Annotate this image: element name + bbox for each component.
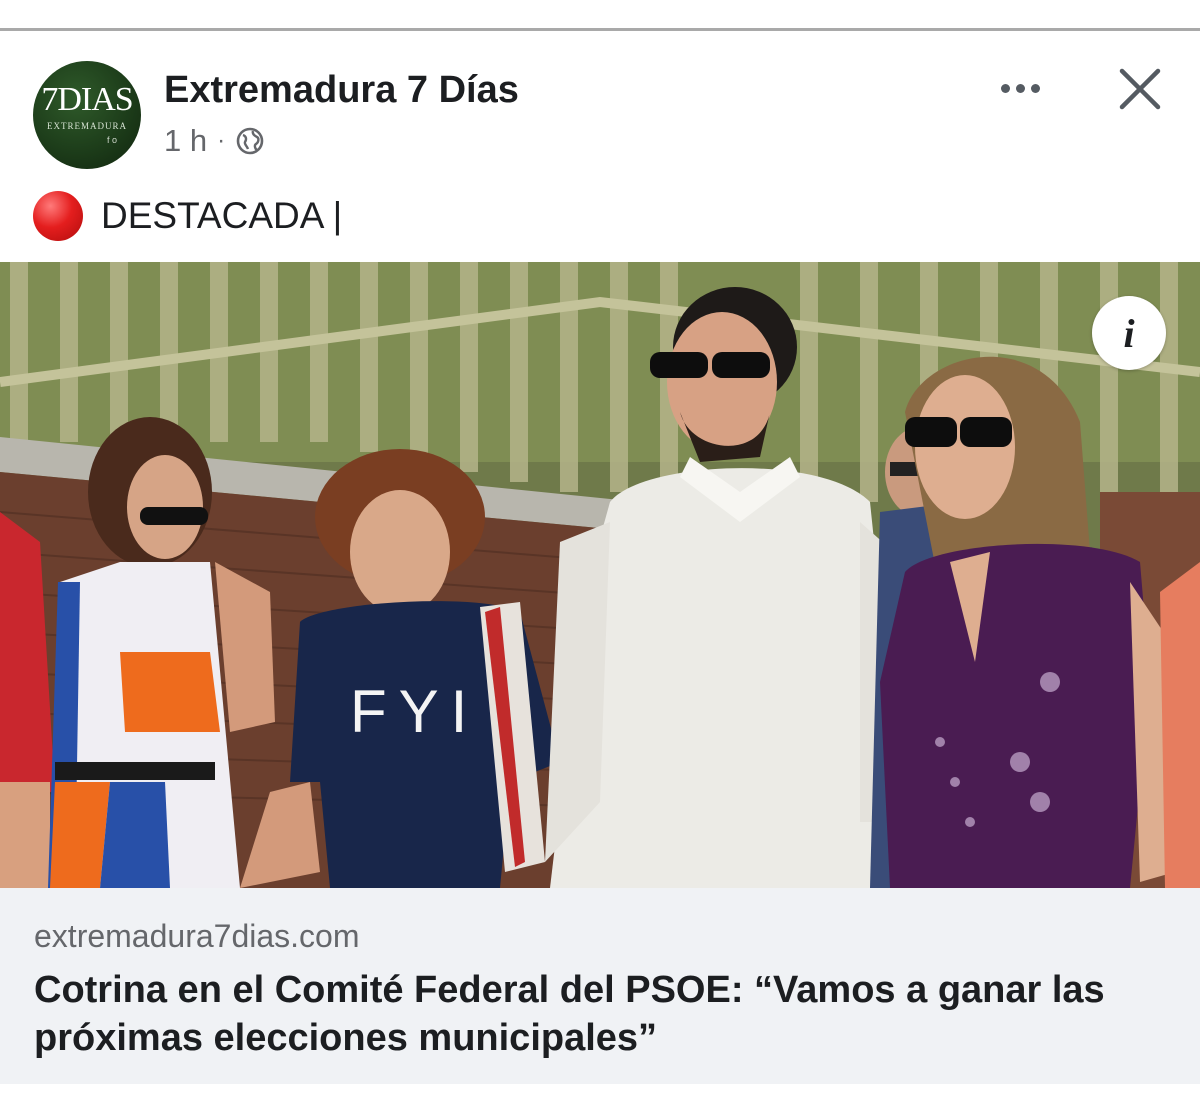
top-divider (0, 0, 1200, 31)
info-icon[interactable]: i (1092, 296, 1166, 370)
avatar-social-icons: f o (107, 135, 118, 145)
avatar-logo-text: 7DIAS (41, 81, 133, 118)
red-circle-icon (33, 191, 83, 241)
page-avatar[interactable]: 7DIAS EXTREMADURA f o (33, 61, 141, 169)
more-dot (1015, 83, 1025, 93)
post-timestamp[interactable]: 1 h (164, 123, 207, 159)
more-dot (1000, 83, 1010, 93)
link-preview[interactable]: extremadura7dias.com Cotrina en el Comit… (0, 888, 1200, 1084)
post-text-label: DESTACADA | (101, 195, 343, 236)
post-header: 7DIAS EXTREMADURA f o Extremadura 7 Días… (0, 31, 1200, 261)
link-domain: extremadura7dias.com (34, 918, 360, 954)
post-photo[interactable]: FYI (0, 262, 1200, 888)
page-name-link[interactable]: Extremadura 7 Días (164, 69, 519, 112)
bottom-spacer (0, 1084, 1200, 1097)
post-text: DESTACADA | (33, 191, 342, 241)
photo-illustration: FYI (0, 262, 1200, 888)
more-options-icon[interactable] (996, 71, 1044, 105)
close-icon[interactable] (1116, 65, 1164, 113)
globe-icon[interactable] (235, 126, 265, 156)
shirt-text: FYI (350, 678, 479, 745)
link-title[interactable]: Cotrina en el Comité Federal del PSOE: “… (34, 966, 1154, 1062)
post-meta: 1 h · (164, 121, 265, 161)
more-dot (1030, 83, 1040, 93)
meta-separator: · (217, 127, 226, 154)
avatar-logo-subtitle: EXTREMADURA (47, 121, 127, 131)
